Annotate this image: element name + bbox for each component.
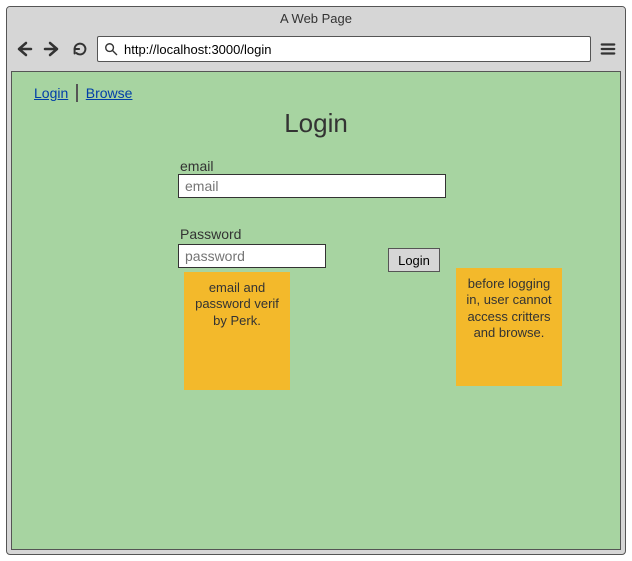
arrow-left-icon bbox=[14, 39, 34, 59]
password-field[interactable] bbox=[178, 244, 326, 268]
page-content: Login Browse Login email Password Login … bbox=[11, 71, 621, 550]
browser-window: A Web Page bbox=[6, 6, 626, 555]
page-title: Login bbox=[12, 108, 620, 139]
sticky-note-1: email and password verif by Perk. bbox=[184, 272, 290, 390]
menu-button[interactable] bbox=[597, 38, 619, 60]
login-button[interactable]: Login bbox=[388, 248, 440, 272]
address-bar[interactable] bbox=[97, 36, 591, 62]
window-title: A Web Page bbox=[7, 7, 625, 31]
nav-links: Login Browse bbox=[26, 84, 140, 102]
password-label: Password bbox=[180, 226, 241, 242]
back-button[interactable] bbox=[13, 38, 35, 60]
email-label: email bbox=[180, 158, 213, 174]
hamburger-icon bbox=[599, 40, 617, 58]
forward-button[interactable] bbox=[41, 38, 63, 60]
toolbar bbox=[7, 31, 625, 67]
nav-browse-link[interactable]: Browse bbox=[78, 85, 141, 101]
reload-button[interactable] bbox=[69, 38, 91, 60]
sticky-note-2: before logging in, user cannot access cr… bbox=[456, 268, 562, 386]
nav-login-link[interactable]: Login bbox=[26, 85, 76, 101]
email-field[interactable] bbox=[178, 174, 446, 198]
reload-icon bbox=[71, 40, 89, 58]
search-icon bbox=[104, 42, 118, 56]
url-input[interactable] bbox=[124, 42, 584, 57]
arrow-right-icon bbox=[42, 39, 62, 59]
